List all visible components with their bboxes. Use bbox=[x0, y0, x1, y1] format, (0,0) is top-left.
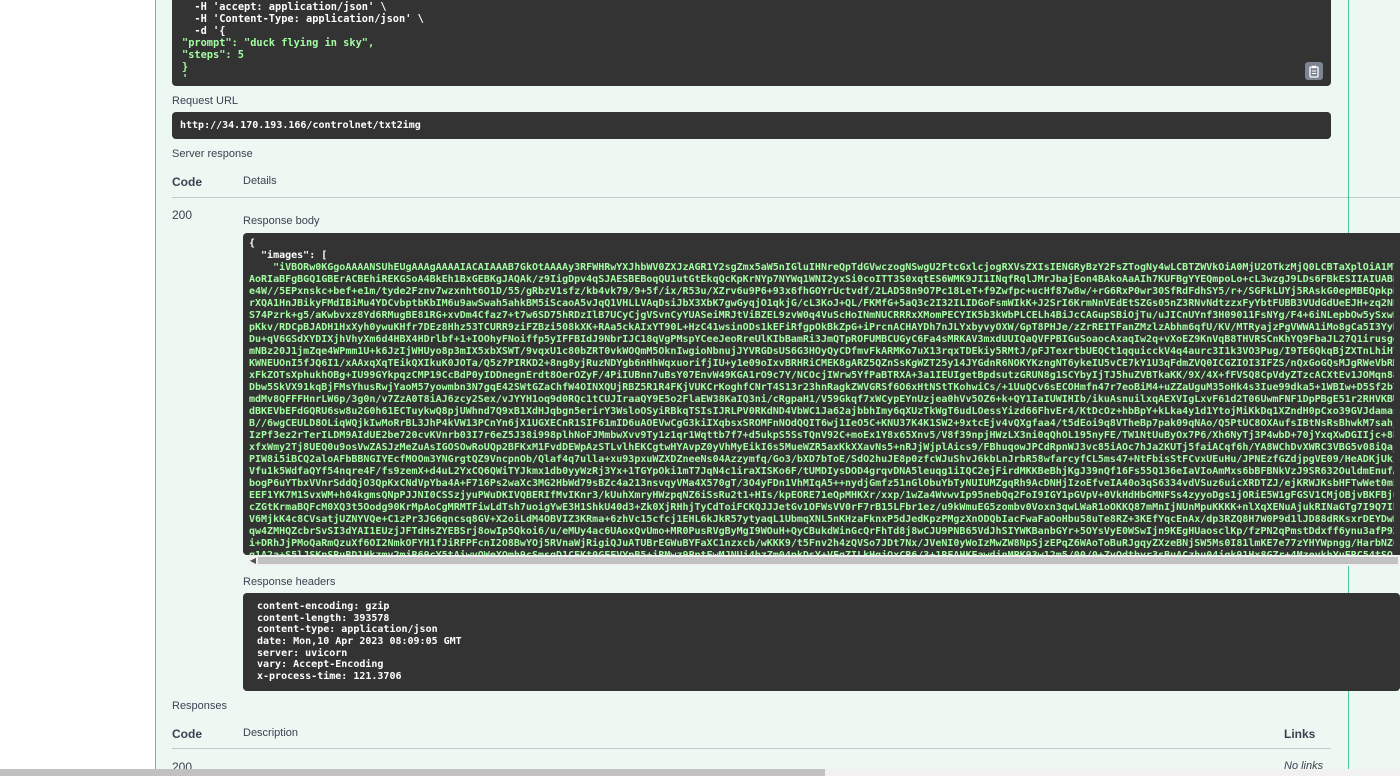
base64-image-line: mdMv8QFFFHnrLW6p/3g0n/v7ZzA0T8iAJ6zcy2Se… bbox=[249, 394, 1394, 405]
responses-label: Responses bbox=[172, 700, 228, 712]
base64-image-line: pKkv/RDCpBJADH1HxXyh0ywuKHfr7DEz8Hhz53TC… bbox=[249, 322, 1394, 333]
page-horizontal-scrollbar[interactable] bbox=[0, 769, 1400, 776]
copy-to-clipboard-button[interactable] bbox=[1305, 62, 1323, 80]
request-url-label: Request URL bbox=[172, 95, 239, 107]
column-header-details: Details bbox=[243, 175, 277, 187]
base64-image-line: i+DRhJjPMoQaRmQzuXf6OI2NmkOFYH1fJiRFPFcn… bbox=[249, 538, 1394, 549]
json-brace: { bbox=[249, 238, 256, 249]
response-body-block[interactable]: { "images": [ "iVBORw0KGgoAAAANSUhEUgAAA… bbox=[243, 233, 1400, 555]
base64-image-line: xfxWmy2Tj8UEQ0u9osVwZASJzMeZuAsIGOSOwRoU… bbox=[249, 442, 1394, 453]
base64-image-line: B//6wgCEULD8OLiqWQjkIwMoRrBL3JhP4kVW13PC… bbox=[249, 418, 1394, 429]
base64-image-line: qw4ZMHQZcbrSvSI3dYAI1EUzjJFTdHsZYEBSrj8o… bbox=[249, 526, 1394, 537]
base64-image-line: Vfu1k5WdfaQYf54nqre4F/fs9zemX+d4uL2YxCQ6… bbox=[249, 466, 1394, 477]
curl-json-line: "steps": 5 bbox=[182, 49, 244, 61]
header-line: server: uvicorn bbox=[257, 647, 348, 659]
arrow-left-icon[interactable]: ◀ bbox=[248, 556, 258, 565]
base64-image-line: AoRIaBFgBGQ1GBErACBEhiREKGSoA4BkEh1BxGEB… bbox=[249, 274, 1394, 285]
base64-image-line: Dbw5SkVX91kqBjFMsYhusRwjYaoM57yowmbn3N7g… bbox=[249, 382, 1394, 393]
curl-json-line: ' bbox=[182, 73, 189, 85]
column-header-links: Links bbox=[1284, 727, 1316, 741]
body-horizontal-scrollbar[interactable]: ◀ bbox=[248, 555, 1400, 566]
curl-line: -H 'accept: application/json' \ bbox=[194, 1, 387, 13]
curl-line: -d '{ bbox=[194, 25, 226, 37]
header-line: x-process-time: 121.3706 bbox=[257, 671, 402, 683]
base64-image-line: PIW8i5iBCQ2aloAFbBBNGIYEcfMOOm3YNGrgtQZ9… bbox=[249, 454, 1394, 465]
base64-image-line: rXQA1HnJBikyFMdIBiMu4YDCvbptbKbIM6u9awSw… bbox=[249, 298, 1394, 309]
curl-json-line: "prompt": "duck flying in sky", bbox=[182, 37, 375, 49]
base64-image-line: bogP6uYTbxVVnrSddQjO3QpKxCNdVpYba4A+F716… bbox=[249, 478, 1394, 489]
json-images-key: "images": [ bbox=[249, 250, 328, 261]
base64-image-line: e4W//5EPxnskc+bef+e1m/tyde2Fznv7wzxnht6O… bbox=[249, 286, 1394, 297]
curl-line: -H 'Content-Type: application/json' \ bbox=[194, 13, 424, 25]
response-headers-label: Response headers bbox=[243, 576, 336, 588]
header-line: content-encoding: gzip bbox=[257, 601, 390, 612]
header-line: content-length: 393578 bbox=[257, 612, 390, 624]
server-response-label: Server response bbox=[172, 148, 253, 160]
response-body-label: Response body bbox=[243, 215, 320, 227]
base64-image-line: IzPf3ez2rTerILDM9AIdUE2be720cvKVnrb03I7r… bbox=[249, 430, 1394, 441]
curl-json-line: } bbox=[182, 61, 189, 73]
base64-image-line: xFkZOTsXphukhOBg+IU99GYkpqzCMP19CcBdP0yI… bbox=[249, 370, 1394, 381]
base64-image-line: EEF1YK7M1SvxWM+h04kgmsQNpPJJNI0CSSzjyuPW… bbox=[249, 490, 1394, 501]
request-url-value: http://34.170.193.166/controlnet/txt2img bbox=[172, 112, 1331, 139]
base64-image-line: mNBz20J1jmZqe4WPmm1U+k6JzIjWHUyo8p3mIX5x… bbox=[249, 346, 1394, 357]
base64-image-line: Du+qV6GSdXYDIXjhVhyXm6d4HBX4HDrlbf+1+IOO… bbox=[249, 334, 1394, 345]
base64-image-line: V6MjkK4c8CVsatjUZNYVQe+C1zPr3JG6qncsq8GV… bbox=[249, 514, 1394, 525]
response-headers-block: content-encoding: gzip content-length: 3… bbox=[243, 593, 1400, 691]
base64-image-line: "iVBORw0KGgoAAAANSUhEUgAAAgAAAAIACAIAAAB… bbox=[273, 262, 1394, 273]
base64-image-line: cZGtKrmaBQFcM0XQ3t5Oodg90KrMpAoCgMRMTFiw… bbox=[249, 502, 1394, 513]
scrollbar-thumb[interactable] bbox=[258, 557, 1398, 564]
header-line: date: Mon,10 Apr 2023 08:09:05 GMT bbox=[257, 636, 462, 648]
response-status-code: 200 bbox=[172, 208, 193, 222]
base64-image-line: dBKEVbEFdGQRU6sw8u2G0h61ECTuykwQ8pjUWhnd… bbox=[249, 406, 1394, 417]
curl-command-block: -H 'accept: application/json' \ -H 'Cont… bbox=[172, 0, 1331, 86]
column-header-code: Code bbox=[172, 175, 202, 189]
scrollbar-thumb[interactable] bbox=[0, 769, 825, 776]
column-header-code: Code bbox=[172, 727, 202, 741]
header-line: vary: Accept-Encoding bbox=[257, 659, 384, 671]
divider bbox=[172, 197, 1400, 198]
divider bbox=[172, 748, 1331, 749]
header-line: content-type: application/json bbox=[257, 624, 438, 636]
base64-image-line: KWNEUOnI5fJQ6I1/xAAxqXqTEikQXIkuK0JOTa/Q… bbox=[249, 358, 1394, 369]
clipboard-icon bbox=[1309, 65, 1319, 78]
base64-image-line: S74Pzrk+g5/aKwbvxz8Yd6RMugBE81RG+xvDm4Cf… bbox=[249, 310, 1394, 321]
column-header-description: Description bbox=[243, 727, 299, 739]
